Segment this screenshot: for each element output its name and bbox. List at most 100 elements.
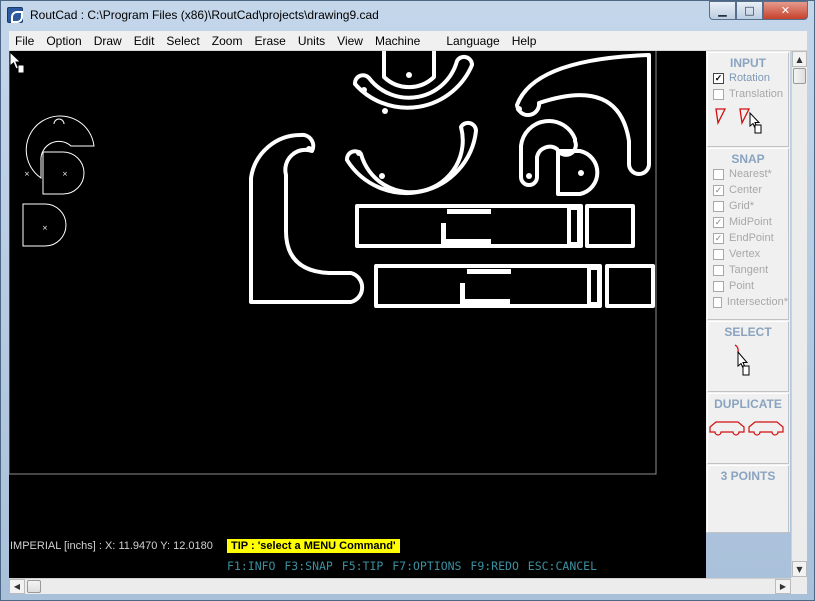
scroll-up-button[interactable]: ▲ [792, 51, 807, 67]
snap-vertex-label: Vertex [729, 248, 761, 260]
snap-endpoint-label: EndPoint [729, 232, 774, 244]
three-points-panel[interactable]: 3 POINTS [707, 465, 789, 533]
y-label: Y: [160, 540, 171, 552]
snap-vertex[interactable]: Vertex [708, 246, 788, 262]
snap-nearest-label: Nearest* [729, 168, 772, 180]
part-slot-bar-1-end [567, 206, 581, 246]
snap-point[interactable]: Point [708, 278, 788, 294]
menu-view[interactable]: View [331, 34, 369, 48]
main-parts [249, 51, 655, 308]
rotation-label: Rotation [729, 72, 770, 84]
left-part-markers: × × × [24, 170, 68, 232]
menu-draw[interactable]: Draw [88, 34, 128, 48]
snap-nearest[interactable]: Nearest* [708, 166, 788, 182]
coordinate-readout: IMPERIAL [inchs] : X: 11.9470 Y: 12.0180 [10, 540, 213, 552]
drawing-svg: × × × [9, 51, 657, 475]
snap-point-label: Point [729, 280, 755, 292]
snap-midpoint-checkbox[interactable]: ✓ [713, 216, 724, 228]
car-icon-1 [709, 421, 745, 436]
app-window: RoutCad : C:\Program Files (x86)\RoutCad… [0, 0, 815, 601]
snap-nearest-checkbox[interactable] [713, 168, 724, 180]
scroll-down-button[interactable]: ▼ [792, 561, 807, 577]
menu-option[interactable]: Option [40, 34, 87, 48]
horizontal-scroll-thumb[interactable] [27, 580, 41, 593]
drawing-canvas[interactable]: × × × IMPERIAL [inchs]: X: 11.9470 Y: 1… [9, 51, 706, 578]
duplicate-tool-icon[interactable] [708, 415, 786, 445]
close-button[interactable]: ✕ [763, 1, 808, 20]
part-arc-banana-top [353, 54, 475, 110]
svg-text:×: × [62, 170, 68, 178]
menu-bar: File Option Draw Edit Select Zoom Erase … [9, 31, 807, 51]
three-points-title: 3 POINTS [720, 469, 776, 483]
slot-details [441, 209, 511, 304]
routcad-app-icon[interactable] [7, 7, 23, 23]
input-tool-icons[interactable] [708, 105, 786, 135]
horizontal-scrollbar[interactable]: ◀ ▶ [9, 578, 791, 594]
snap-tangent-label: Tangent [729, 264, 769, 276]
snap-point-checkbox[interactable] [713, 280, 724, 292]
snap-grid-label: Grid* [729, 200, 755, 212]
car-icon-2 [748, 421, 784, 436]
translation-option[interactable]: Translation [708, 86, 788, 102]
input-panel: INPUT ✓ Rotation Translation [707, 52, 789, 147]
tip-banner: TIP : 'select a MENU Command' [227, 539, 400, 553]
menu-erase[interactable]: Erase [248, 34, 291, 48]
y-value: 12.0180 [173, 540, 213, 552]
slot-2-top [467, 269, 511, 274]
snap-intersection-checkbox[interactable] [713, 296, 722, 308]
rotation-option[interactable]: ✓ Rotation [708, 70, 788, 86]
vertical-scroll-thumb[interactable] [793, 68, 806, 84]
translation-checkbox[interactable] [713, 88, 724, 100]
menu-select[interactable]: Select [160, 34, 205, 48]
slot-1-top [447, 209, 491, 214]
svg-text:×: × [24, 170, 30, 178]
left-small-parts [22, 115, 95, 247]
x-label: X: [104, 540, 116, 552]
snap-center-checkbox[interactable]: ✓ [713, 184, 724, 196]
vertical-scrollbar[interactable]: ▲ ▼ [791, 51, 807, 578]
snap-tangent[interactable]: Tangent [708, 262, 788, 278]
window-controls: ▁ □ ✕ [709, 1, 808, 20]
input-panel-title: INPUT [730, 56, 766, 70]
translation-tool-icon[interactable] [739, 108, 751, 126]
snap-center[interactable]: ✓ Center [708, 182, 788, 198]
menu-language[interactable]: Language [440, 34, 505, 48]
menu-help[interactable]: Help [506, 34, 543, 48]
snap-endpoint[interactable]: ✓ EndPoint [708, 230, 788, 246]
select-panel: SELECT [707, 321, 789, 392]
snap-endpoint-checkbox[interactable]: ✓ [713, 232, 724, 244]
part-block-2 [605, 264, 655, 308]
side-panel: INPUT ✓ Rotation Translation SNAP Neares… [706, 51, 790, 533]
mouse-cursor-icon [9, 51, 25, 74]
snap-vertex-checkbox[interactable] [713, 248, 724, 260]
select-tool-icon[interactable] [708, 339, 786, 383]
part-block-1 [585, 204, 635, 248]
snap-intersection[interactable]: Intersection* [708, 294, 788, 310]
scroll-corner [791, 578, 807, 594]
scroll-left-button[interactable]: ◀ [9, 579, 25, 594]
duplicate-panel-title: DUPLICATE [714, 397, 782, 411]
menu-units[interactable]: Units [292, 34, 331, 48]
snap-intersection-label: Intersection* [726, 296, 788, 308]
menu-edit[interactable]: Edit [128, 34, 161, 48]
slot-1-bottom [441, 239, 491, 244]
title-bar[interactable]: RoutCad : C:\Program Files (x86)\RoutCad… [1, 1, 814, 31]
menu-file[interactable]: File [9, 34, 40, 48]
rotation-checkbox[interactable]: ✓ [713, 72, 724, 84]
snap-tangent-checkbox[interactable] [713, 264, 724, 276]
snap-grid[interactable]: Grid* [708, 198, 788, 214]
part-d-tab-right [556, 149, 600, 196]
maximize-button[interactable]: □ [736, 1, 763, 20]
slot-2-bottom [460, 299, 510, 304]
minimize-button[interactable]: ▁ [709, 1, 736, 20]
duplicate-panel: DUPLICATE [707, 393, 789, 464]
menu-machine[interactable]: Machine [369, 34, 426, 48]
svg-text:×: × [42, 224, 48, 232]
snap-grid-checkbox[interactable] [713, 200, 724, 212]
rotation-tool-icon[interactable] [715, 108, 727, 126]
units-label: IMPERIAL [inchs] : [10, 540, 102, 552]
menu-zoom[interactable]: Zoom [206, 34, 249, 48]
snap-midpoint[interactable]: ✓ MidPoint [708, 214, 788, 230]
part-top-tab [382, 51, 436, 90]
scroll-right-button[interactable]: ▶ [775, 579, 791, 594]
